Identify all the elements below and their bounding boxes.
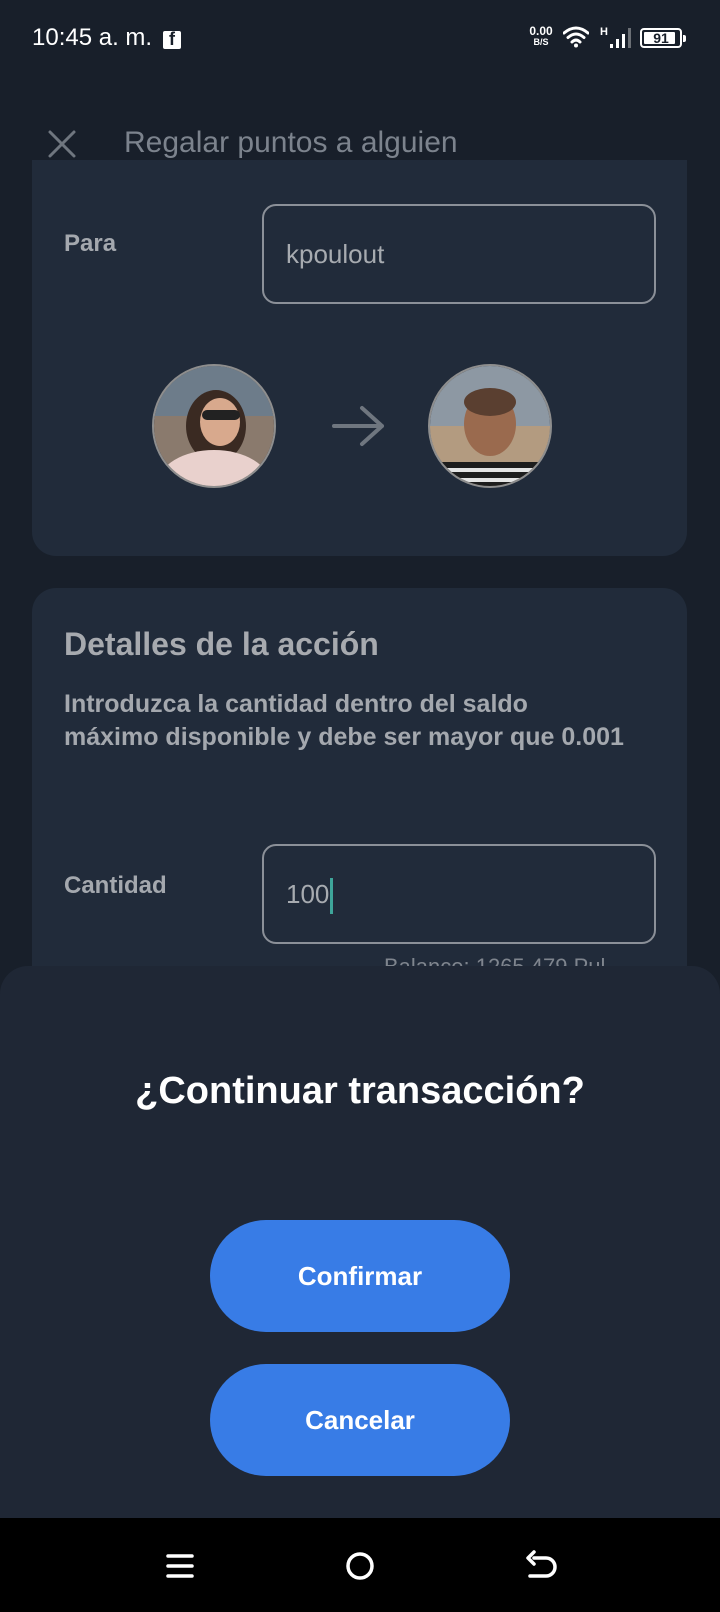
details-title: Detalles de la acción <box>64 626 379 662</box>
recipient-input[interactable]: kpoulout <box>262 204 656 304</box>
facebook-icon <box>163 29 181 50</box>
confirm-button[interactable]: Confirmar <box>210 1220 510 1332</box>
recipient-avatar <box>428 364 552 488</box>
recipient-label: Para <box>64 230 117 257</box>
battery-level: 91 <box>653 30 669 46</box>
home-icon[interactable] <box>340 1546 380 1586</box>
amount-input[interactable]: 100 <box>262 844 656 944</box>
sender-avatar <box>152 364 276 488</box>
cancel-button[interactable]: Cancelar <box>210 1364 510 1476</box>
status-time: 10:45 a. m. <box>32 24 153 51</box>
back-icon[interactable] <box>520 1546 560 1586</box>
amount-value: 100 <box>286 879 330 909</box>
battery-tip <box>683 35 686 42</box>
battery-icon: 91 <box>640 28 686 48</box>
network-speed-value: 0.00 <box>529 24 553 38</box>
navigation-bar <box>0 1518 720 1612</box>
details-card: Detalles de la acción Introduzca la cant… <box>32 588 687 1008</box>
amount-label: Cantidad <box>64 872 167 899</box>
menu-icon[interactable] <box>160 1546 200 1586</box>
network-speed-unit: B/S <box>533 37 549 47</box>
confirm-dialog: ¿Continuar transacción? Confirmar Cancel… <box>0 966 720 1518</box>
signal-icon <box>610 28 631 48</box>
network-speed: 0.00 B/S <box>526 24 556 48</box>
dialog-title: ¿Continuar transacción? <box>135 1070 585 1112</box>
details-description: Introduzca la cantidad dentro del saldo … <box>64 690 624 751</box>
page-title: Regalar puntos a alguien <box>124 126 458 159</box>
recipient-card: Para kpoulout <box>32 160 687 556</box>
status-bar: 10:45 a. m. 0.00 B/S H 91 <box>0 0 720 80</box>
network-type: H <box>600 26 608 38</box>
text-cursor <box>330 878 334 915</box>
wifi-icon <box>563 26 589 48</box>
arrow-right-icon <box>332 406 384 446</box>
